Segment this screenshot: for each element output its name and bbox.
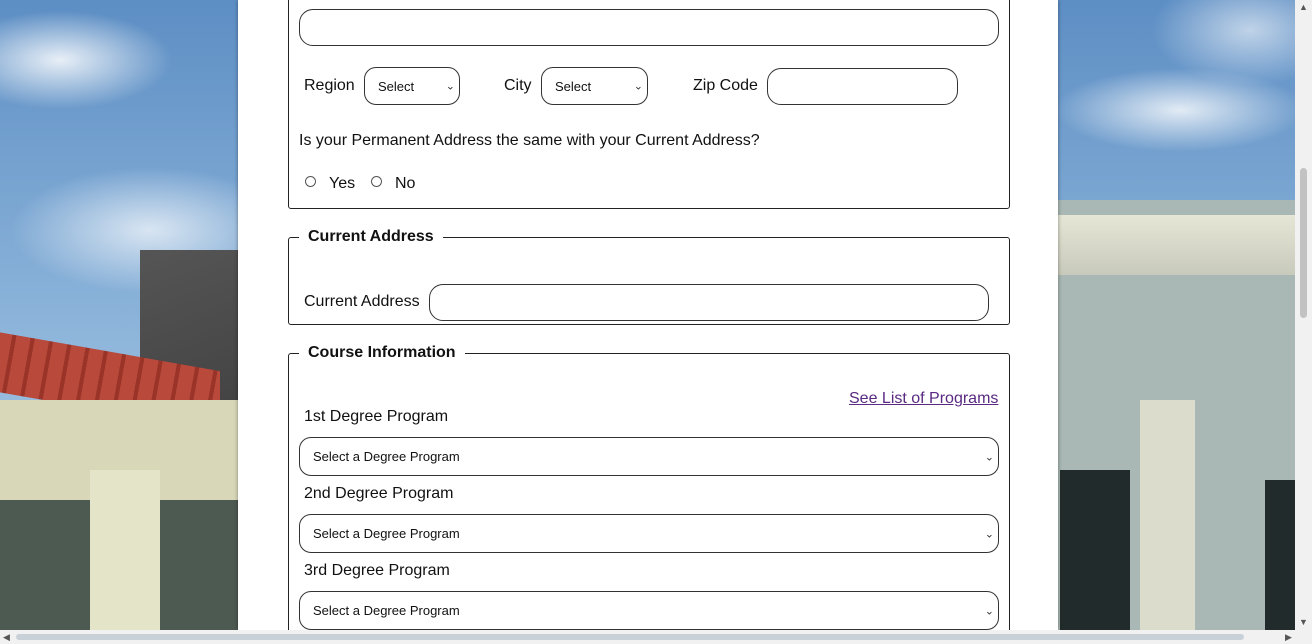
no-radio[interactable] <box>371 176 382 187</box>
scroll-down-icon[interactable]: ▼ <box>1299 617 1308 627</box>
chevron-down-icon: ⌄ <box>984 451 994 463</box>
city-label: City <box>504 77 532 94</box>
building-left-column <box>90 470 160 640</box>
course-information-legend: Course Information <box>308 344 456 361</box>
yes-label: Yes <box>329 175 356 192</box>
building-right-pillar <box>1140 400 1195 644</box>
vertical-scrollbar[interactable]: ▲ ▼ <box>1295 0 1312 630</box>
chevron-down-icon: ⌄ <box>984 528 994 540</box>
horizontal-scrollbar[interactable]: ◀ ▶ <box>0 630 1312 644</box>
chevron-down-icon: ⌄ <box>633 80 643 93</box>
third-degree-select[interactable]: Select a Degree Program ⌄ <box>299 591 999 630</box>
region-select[interactable]: Select ⌄ <box>364 67 460 105</box>
zip-code-input[interactable] <box>767 68 958 105</box>
address-input[interactable] <box>299 9 999 46</box>
second-degree-select[interactable]: Select a Degree Program ⌄ <box>299 514 999 553</box>
current-address-legend: Current Address <box>308 228 434 245</box>
third-degree-value: Select a Degree Program <box>313 603 460 618</box>
scroll-left-icon[interactable]: ◀ <box>3 632 10 643</box>
city-select-value: Select <box>555 78 592 94</box>
scroll-up-icon[interactable]: ▲ <box>1299 2 1308 12</box>
permanent-address-question: Is your Permanent Address the same with … <box>299 132 760 149</box>
city-select[interactable]: Select ⌄ <box>541 67 648 105</box>
chevron-down-icon: ⌄ <box>445 80 455 93</box>
first-degree-select[interactable]: Select a Degree Program ⌄ <box>299 437 999 476</box>
third-degree-label: 3rd Degree Program <box>304 562 450 579</box>
current-address-fieldset: Current Address Current Address <box>288 228 1010 325</box>
first-degree-label: 1st Degree Program <box>304 408 449 425</box>
form-panel: Region Select ⌄ City Select ⌄ Zip Code I… <box>238 0 1058 644</box>
scroll-right-icon[interactable]: ▶ <box>1285 632 1292 643</box>
vertical-scroll-thumb[interactable] <box>1300 168 1307 318</box>
building-right-cornice <box>1058 215 1312 275</box>
address-fieldset: Region Select ⌄ City Select ⌄ Zip Code I… <box>288 0 1010 209</box>
course-information-fieldset: Course Information See List of Programs … <box>288 344 1010 644</box>
first-degree-value: Select a Degree Program <box>313 449 460 464</box>
building-right-window <box>1060 470 1130 640</box>
second-degree-label: 2nd Degree Program <box>304 485 454 502</box>
yes-radio[interactable] <box>305 176 316 187</box>
region-label: Region <box>304 77 355 94</box>
see-list-of-programs-link[interactable]: See List of Programs <box>849 390 998 408</box>
current-address-label: Current Address <box>304 293 420 310</box>
horizontal-scroll-thumb[interactable] <box>16 634 1244 640</box>
current-address-input[interactable] <box>429 284 989 321</box>
no-label: No <box>395 175 416 192</box>
chevron-down-icon: ⌄ <box>984 605 994 617</box>
region-select-value: Select <box>378 78 415 94</box>
second-degree-value: Select a Degree Program <box>313 526 460 541</box>
zip-label: Zip Code <box>693 77 758 94</box>
